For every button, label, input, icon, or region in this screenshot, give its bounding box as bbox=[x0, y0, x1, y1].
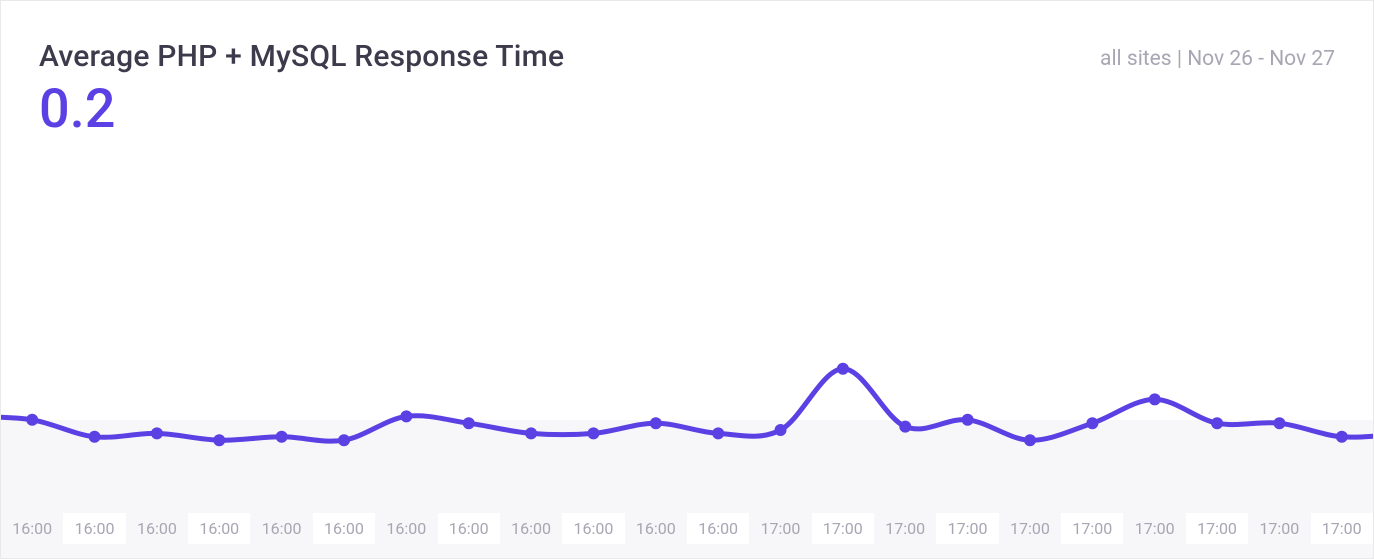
x-tick: 16:00 bbox=[500, 513, 562, 544]
data-point[interactable] bbox=[89, 431, 101, 443]
data-point[interactable] bbox=[650, 417, 662, 429]
data-point[interactable] bbox=[276, 431, 288, 443]
x-tick: 17:00 bbox=[1311, 513, 1373, 544]
data-point[interactable] bbox=[899, 421, 911, 433]
x-tick: 16:00 bbox=[687, 513, 749, 544]
x-tick: 17:00 bbox=[936, 513, 998, 544]
chart-title: Average PHP + MySQL Response Time bbox=[39, 39, 564, 74]
data-point[interactable] bbox=[400, 410, 412, 422]
x-tick: 17:00 bbox=[812, 513, 874, 544]
x-tick: 16:00 bbox=[188, 513, 250, 544]
x-tick: 16:00 bbox=[63, 513, 125, 544]
data-point[interactable] bbox=[525, 427, 537, 439]
x-tick: 16:00 bbox=[313, 513, 375, 544]
x-tick: 16:00 bbox=[562, 513, 624, 544]
data-point[interactable] bbox=[962, 414, 974, 426]
x-tick: 17:00 bbox=[749, 513, 811, 544]
line-chart bbox=[1, 158, 1373, 498]
x-tick: 16:00 bbox=[438, 513, 500, 544]
x-tick: 16:00 bbox=[250, 513, 312, 544]
data-point[interactable] bbox=[1336, 431, 1348, 443]
x-tick: 17:00 bbox=[999, 513, 1061, 544]
data-point[interactable] bbox=[1149, 393, 1161, 405]
data-point[interactable] bbox=[1211, 417, 1223, 429]
data-point[interactable] bbox=[463, 417, 475, 429]
data-point[interactable] bbox=[1086, 417, 1098, 429]
chart-line bbox=[1, 369, 1373, 441]
data-point[interactable] bbox=[775, 424, 787, 436]
x-tick: 16:00 bbox=[625, 513, 687, 544]
date-range-label: all sites | Nov 26 - Nov 27 bbox=[1100, 47, 1335, 71]
x-tick: 17:00 bbox=[1061, 513, 1123, 544]
x-tick: 16:00 bbox=[375, 513, 437, 544]
x-tick: 17:00 bbox=[1186, 513, 1248, 544]
x-tick: 16:00 bbox=[126, 513, 188, 544]
x-tick: 17:00 bbox=[1123, 513, 1185, 544]
x-axis: 16:0016:0016:0016:0016:0016:0016:0016:00… bbox=[1, 498, 1373, 558]
x-tick: 16:00 bbox=[1, 513, 63, 544]
chart-area: 16:0016:0016:0016:0016:0016:0016:0016:00… bbox=[1, 158, 1373, 558]
card-header: Average PHP + MySQL Response Time all si… bbox=[1, 1, 1373, 74]
data-point[interactable] bbox=[712, 427, 724, 439]
data-point[interactable] bbox=[338, 434, 350, 446]
metric-card: Average PHP + MySQL Response Time all si… bbox=[0, 0, 1374, 559]
data-point[interactable] bbox=[587, 427, 599, 439]
data-point[interactable] bbox=[213, 434, 225, 446]
data-point[interactable] bbox=[837, 363, 849, 375]
data-point[interactable] bbox=[26, 414, 38, 426]
x-tick: 17:00 bbox=[1248, 513, 1310, 544]
data-point[interactable] bbox=[1273, 417, 1285, 429]
metric-value: 0.2 bbox=[1, 74, 1373, 139]
data-point[interactable] bbox=[1024, 434, 1036, 446]
x-tick: 17:00 bbox=[874, 513, 936, 544]
data-point[interactable] bbox=[151, 427, 163, 439]
